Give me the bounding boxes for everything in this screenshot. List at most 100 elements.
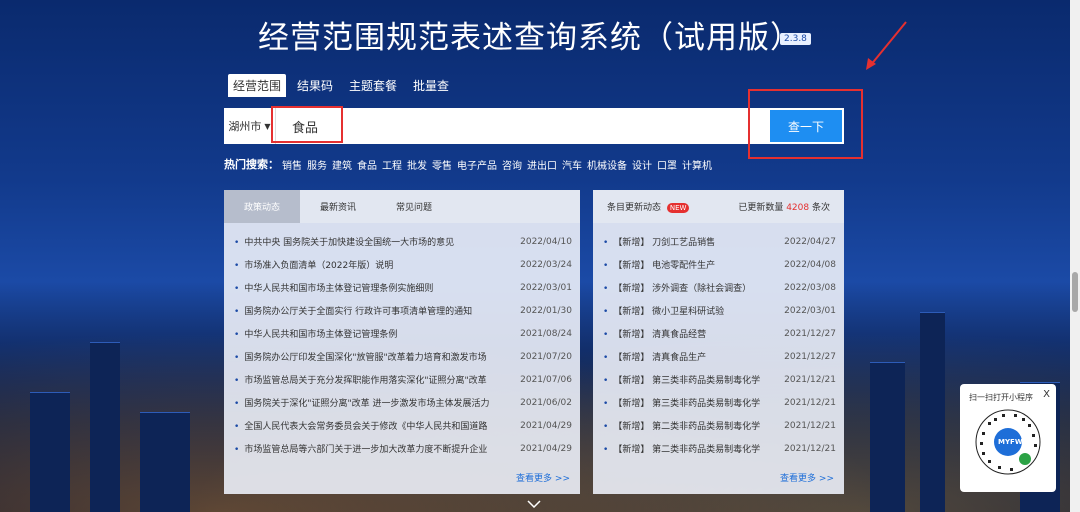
list-item-title: 市场监管总局关于充分发挥职能作用落实深化"证照分离"改革 (234, 373, 486, 386)
qr-card: 扫一扫打开小程序 X MYFW (960, 384, 1056, 492)
caret-down-icon: ▼ (264, 121, 271, 131)
list-item[interactable]: 【新增】 第三类非药品类易制毒化学 2021/12/21 (603, 368, 836, 391)
list-item-date: 2021/12/21 (784, 397, 836, 408)
hot-item[interactable]: 工程 (382, 157, 402, 172)
hot-item[interactable]: 建筑 (332, 157, 352, 172)
list-item[interactable]: 国务院办公厅印发全国深化"放管服"改革着力培育和激发市场 2021/07/20 (234, 345, 572, 368)
scrollbar[interactable] (1070, 0, 1080, 512)
updates-header: 条目更新动态 NEW 已更新数量 4208 条次 (593, 190, 844, 223)
list-item[interactable]: 【新增】 涉外调查（除社会调查） 2022/03/08 (603, 276, 836, 299)
list-item-title: 【新增】 第二类非药品类易制毒化学 (603, 419, 760, 432)
chevron-down-icon[interactable] (527, 500, 541, 508)
updates-title: 条目更新动态 (607, 203, 662, 213)
hot-item[interactable]: 口罩 (657, 157, 677, 172)
list-item[interactable]: 【新增】 电池零配件生产 2022/04/08 (603, 253, 836, 276)
tab-faq[interactable]: 常见问题 (376, 190, 452, 223)
list-item-title: 【新增】 清真食品经营 (603, 327, 706, 340)
hot-item[interactable]: 食品 (357, 157, 377, 172)
hot-item[interactable]: 汽车 (562, 157, 582, 172)
policy-panel-tabs: 政策动态 最新资讯 常见问题 (224, 190, 580, 223)
hot-item[interactable]: 设计 (632, 157, 652, 172)
list-item[interactable]: 国务院办公厅关于全面实行 行政许可事项清单管理的通知 2022/01/30 (234, 299, 572, 322)
tab-theme-package[interactable]: 主题套餐 (344, 74, 402, 97)
list-item[interactable]: 市场监管总局关于充分发挥职能作用落实深化"证照分离"改革 2021/07/06 (234, 368, 572, 391)
list-item-date: 2022/03/01 (784, 305, 836, 316)
list-item[interactable]: 国务院关于深化"证照分离"改革 进一步激发市场主体发展活力 2021/06/02 (234, 391, 572, 414)
list-item[interactable]: 【新增】 第二类非药品类易制毒化学 2021/12/21 (603, 414, 836, 437)
list-item[interactable]: 全国人民代表大会常务委员会关于修改《中华人民共和国道路 2021/04/29 (234, 414, 572, 437)
list-item[interactable]: 中共中央 国务院关于加快建设全国统一大市场的意见 2022/04/10 (234, 230, 572, 253)
list-item[interactable]: 市场监管总局等六部门关于进一步加大改革力度不断提升企业 2021/04/29 (234, 437, 572, 460)
hot-item[interactable]: 服务 (307, 157, 327, 172)
hot-item[interactable]: 进出口 (527, 157, 557, 172)
list-item-date: 2022/03/08 (784, 282, 836, 293)
list-item-title: 中华人民共和国市场主体登记管理条例 (234, 327, 397, 340)
close-icon[interactable]: X (1043, 389, 1050, 400)
list-item-title: 市场准入负面清单（2022年版）说明 (234, 258, 393, 271)
list-item-date: 2022/03/24 (520, 259, 572, 270)
list-item-title: 中共中央 国务院关于加快建设全国统一大市场的意见 (234, 235, 454, 248)
list-item-title: 【新增】 微小卫星科研试验 (603, 304, 724, 317)
list-item-title: 【新增】 涉外调查（除社会调查） (603, 281, 751, 294)
list-item-date: 2021/04/29 (520, 443, 572, 454)
count-label: 已更新数量 (738, 203, 784, 213)
list-item[interactable]: 【新增】 第二类非药品类易制毒化学 2021/12/21 (603, 437, 836, 460)
list-item-date: 2021/04/29 (520, 420, 572, 431)
list-item-title: 【新增】 第三类非药品类易制毒化学 (603, 373, 760, 386)
tab-latest-info[interactable]: 最新资讯 (300, 190, 376, 223)
list-item-date: 2021/08/24 (520, 328, 572, 339)
policy-list: 中共中央 国务院关于加快建设全国统一大市场的意见 2022/04/10 市场准入负面… (224, 223, 580, 460)
list-item[interactable]: 中华人民共和国市场主体登记管理条例 2021/08/24 (234, 322, 572, 345)
list-item[interactable]: 【新增】 微小卫星科研试验 2022/03/01 (603, 299, 836, 322)
hot-item[interactable]: 销售 (282, 157, 302, 172)
hot-item[interactable]: 批发 (407, 157, 427, 172)
tab-business-scope[interactable]: 经营范围 (228, 74, 287, 97)
list-item-date: 2021/07/06 (520, 374, 572, 385)
list-item-title: 国务院办公厅关于全面实行 行政许可事项清单管理的通知 (234, 304, 472, 317)
version-badge: 2.3.8 (780, 33, 811, 45)
city-select-label: 湖州市 (228, 120, 262, 133)
updates-panel: 条目更新动态 NEW 已更新数量 4208 条次 【新增】 刀剑工艺品销售 202… (593, 190, 844, 494)
qr-logo-text: MYFW (998, 438, 1023, 446)
list-item-title: 【新增】 电池零配件生产 (603, 258, 715, 271)
scrollbar-thumb[interactable] (1072, 272, 1078, 312)
list-item[interactable]: 【新增】 清真食品生产 2021/12/27 (603, 345, 836, 368)
more-link[interactable]: 查看更多 >> (516, 471, 570, 484)
update-count: 4208 (786, 203, 810, 213)
list-item-date: 2021/06/02 (520, 397, 572, 408)
list-item-date: 2021/12/27 (784, 351, 836, 362)
list-item[interactable]: 中华人民共和国市场主体登记管理条例实施细则 2022/03/01 (234, 276, 572, 299)
list-item[interactable]: 【新增】 清真食品经营 2021/12/27 (603, 322, 836, 345)
list-item-date: 2022/04/27 (784, 236, 836, 247)
hot-search-label: 热门搜索： (224, 158, 279, 171)
list-item[interactable]: 【新增】 刀剑工艺品销售 2022/04/27 (603, 230, 836, 253)
list-item-date: 2021/12/27 (784, 328, 836, 339)
list-item-date: 2021/07/20 (520, 351, 572, 362)
list-item-title: 【新增】 刀剑工艺品销售 (603, 235, 715, 248)
highlight-box-input (271, 106, 343, 143)
list-item-title: 【新增】 清真食品生产 (603, 350, 706, 363)
search-type-tabs: 经营范围 结果码 主题套餐 批量查 (228, 74, 454, 97)
tab-batch-query[interactable]: 批量查 (408, 74, 454, 97)
hot-item[interactable]: 咨询 (502, 157, 522, 172)
list-item[interactable]: 【新增】 第三类非药品类易制毒化学 2021/12/21 (603, 391, 836, 414)
hot-item[interactable]: 电子产品 (457, 157, 497, 172)
city-select[interactable]: 湖州市 ▼ (224, 108, 276, 144)
tab-result-code[interactable]: 结果码 (292, 74, 338, 97)
highlight-box-button (748, 89, 863, 159)
more-link[interactable]: 查看更多 >> (780, 471, 834, 484)
annotation-arrow (866, 21, 907, 70)
list-item-date: 2022/01/30 (520, 305, 572, 316)
list-item-title: 国务院办公厅印发全国深化"放管服"改革着力培育和激发市场 (234, 350, 486, 363)
list-item-date: 2021/12/21 (784, 374, 836, 385)
tab-policy-news[interactable]: 政策动态 (224, 190, 301, 223)
list-item[interactable]: 市场准入负面清单（2022年版）说明 2022/03/24 (234, 253, 572, 276)
list-item-title: 市场监管总局等六部门关于进一步加大改革力度不断提升企业 (234, 442, 487, 455)
hot-item[interactable]: 机械设备 (587, 157, 627, 172)
hot-item[interactable]: 计算机 (682, 157, 712, 172)
hot-item[interactable]: 零售 (432, 157, 452, 172)
policy-panel: 政策动态 最新资讯 常见问题 中共中央 国务院关于加快建设全国统一大市场的意见 2… (224, 190, 580, 494)
list-item-title: 全国人民代表大会常务委员会关于修改《中华人民共和国道路 (234, 419, 487, 432)
list-item-title: 国务院关于深化"证照分离"改革 进一步激发市场主体发展活力 (234, 396, 489, 409)
qr-label: 扫一扫打开小程序 (969, 393, 1033, 402)
